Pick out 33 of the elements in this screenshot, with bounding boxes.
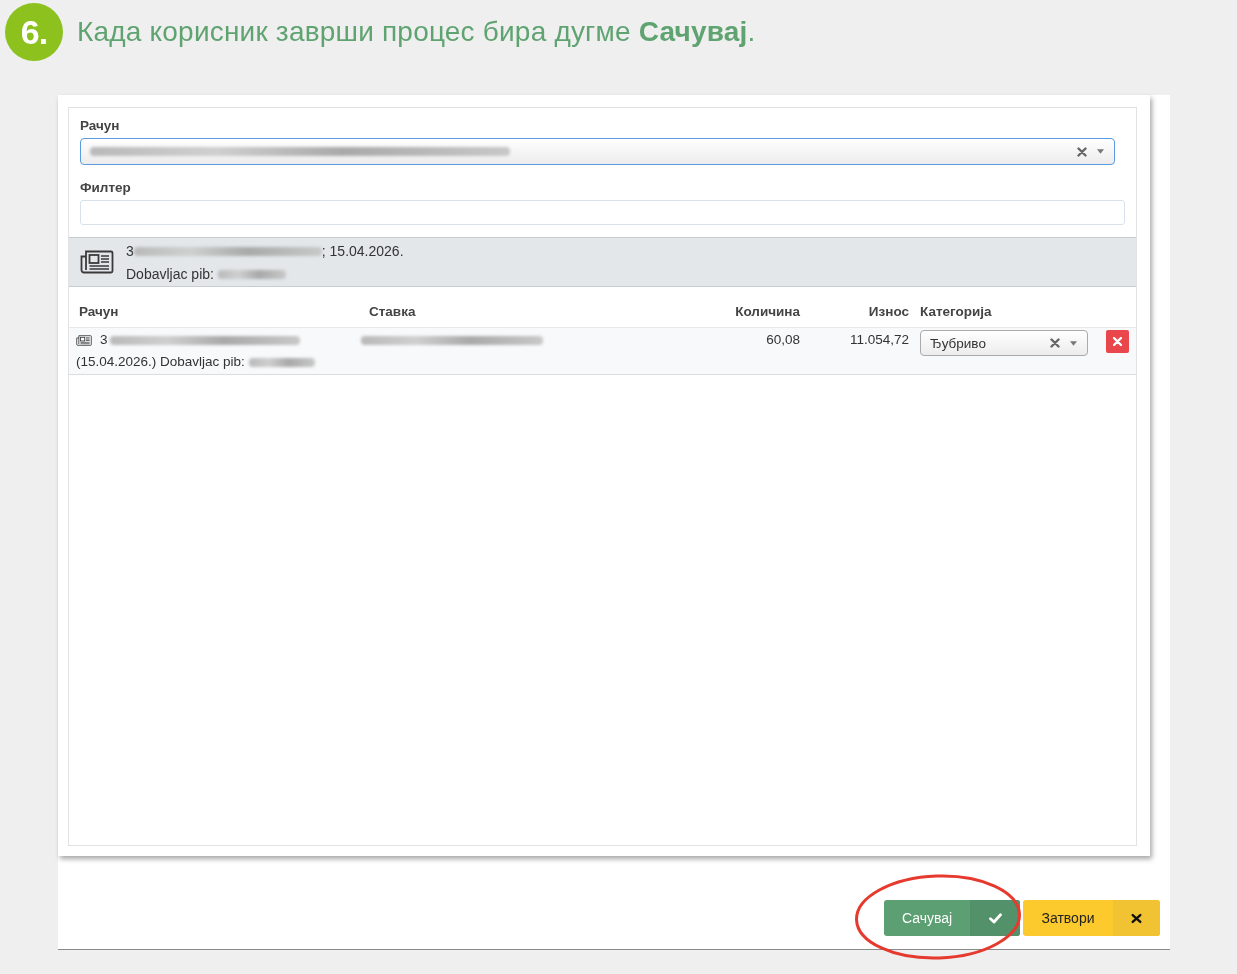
column-header: Категорија (919, 304, 993, 321)
check-icon (988, 912, 1002, 924)
supplier-label: Dobavljac pib: (126, 264, 214, 284)
select-value: Ђубриво (930, 335, 986, 351)
newspaper-icon (76, 334, 92, 346)
clear-icon[interactable] (1077, 146, 1087, 157)
newspaper-icon (80, 250, 114, 274)
x-icon (1113, 337, 1122, 346)
close-button[interactable]: Затвори (1023, 900, 1160, 936)
column-header: Ставка (368, 304, 417, 321)
blurred-text (217, 269, 286, 279)
close-icon (1131, 912, 1142, 924)
field-label: Филтер (80, 180, 132, 195)
filter-field[interactable] (80, 200, 1125, 225)
invoice-number: 3 (126, 241, 134, 261)
column-header: Износ (867, 304, 910, 321)
caret-icon[interactable] (1097, 149, 1104, 154)
column-header: Рачун (78, 304, 120, 321)
quantity-cell: 60,08 (766, 332, 800, 347)
caret-icon[interactable] (1070, 340, 1077, 346)
invoice-number: 3 (100, 331, 108, 349)
select-field[interactable] (80, 138, 1115, 165)
blurred-text (248, 357, 315, 367)
amount-cell: 11.054,72 (849, 332, 909, 347)
delete-button[interactable] (1106, 330, 1129, 353)
category-select[interactable]: Ђубриво (920, 330, 1088, 356)
column-header: Количина (734, 304, 801, 321)
field-label: Рачун (80, 118, 121, 133)
invoice-details: (15.04.2026.) Dobavljac pib: (76, 353, 245, 371)
instruction-text: Када корисник заврши процес бира дугме Сачувај. (77, 16, 756, 48)
invoice-date: ; 15.04.2026. (321, 241, 404, 261)
clear-icon[interactable] (1050, 338, 1060, 348)
step-badge: 6. (5, 3, 63, 61)
